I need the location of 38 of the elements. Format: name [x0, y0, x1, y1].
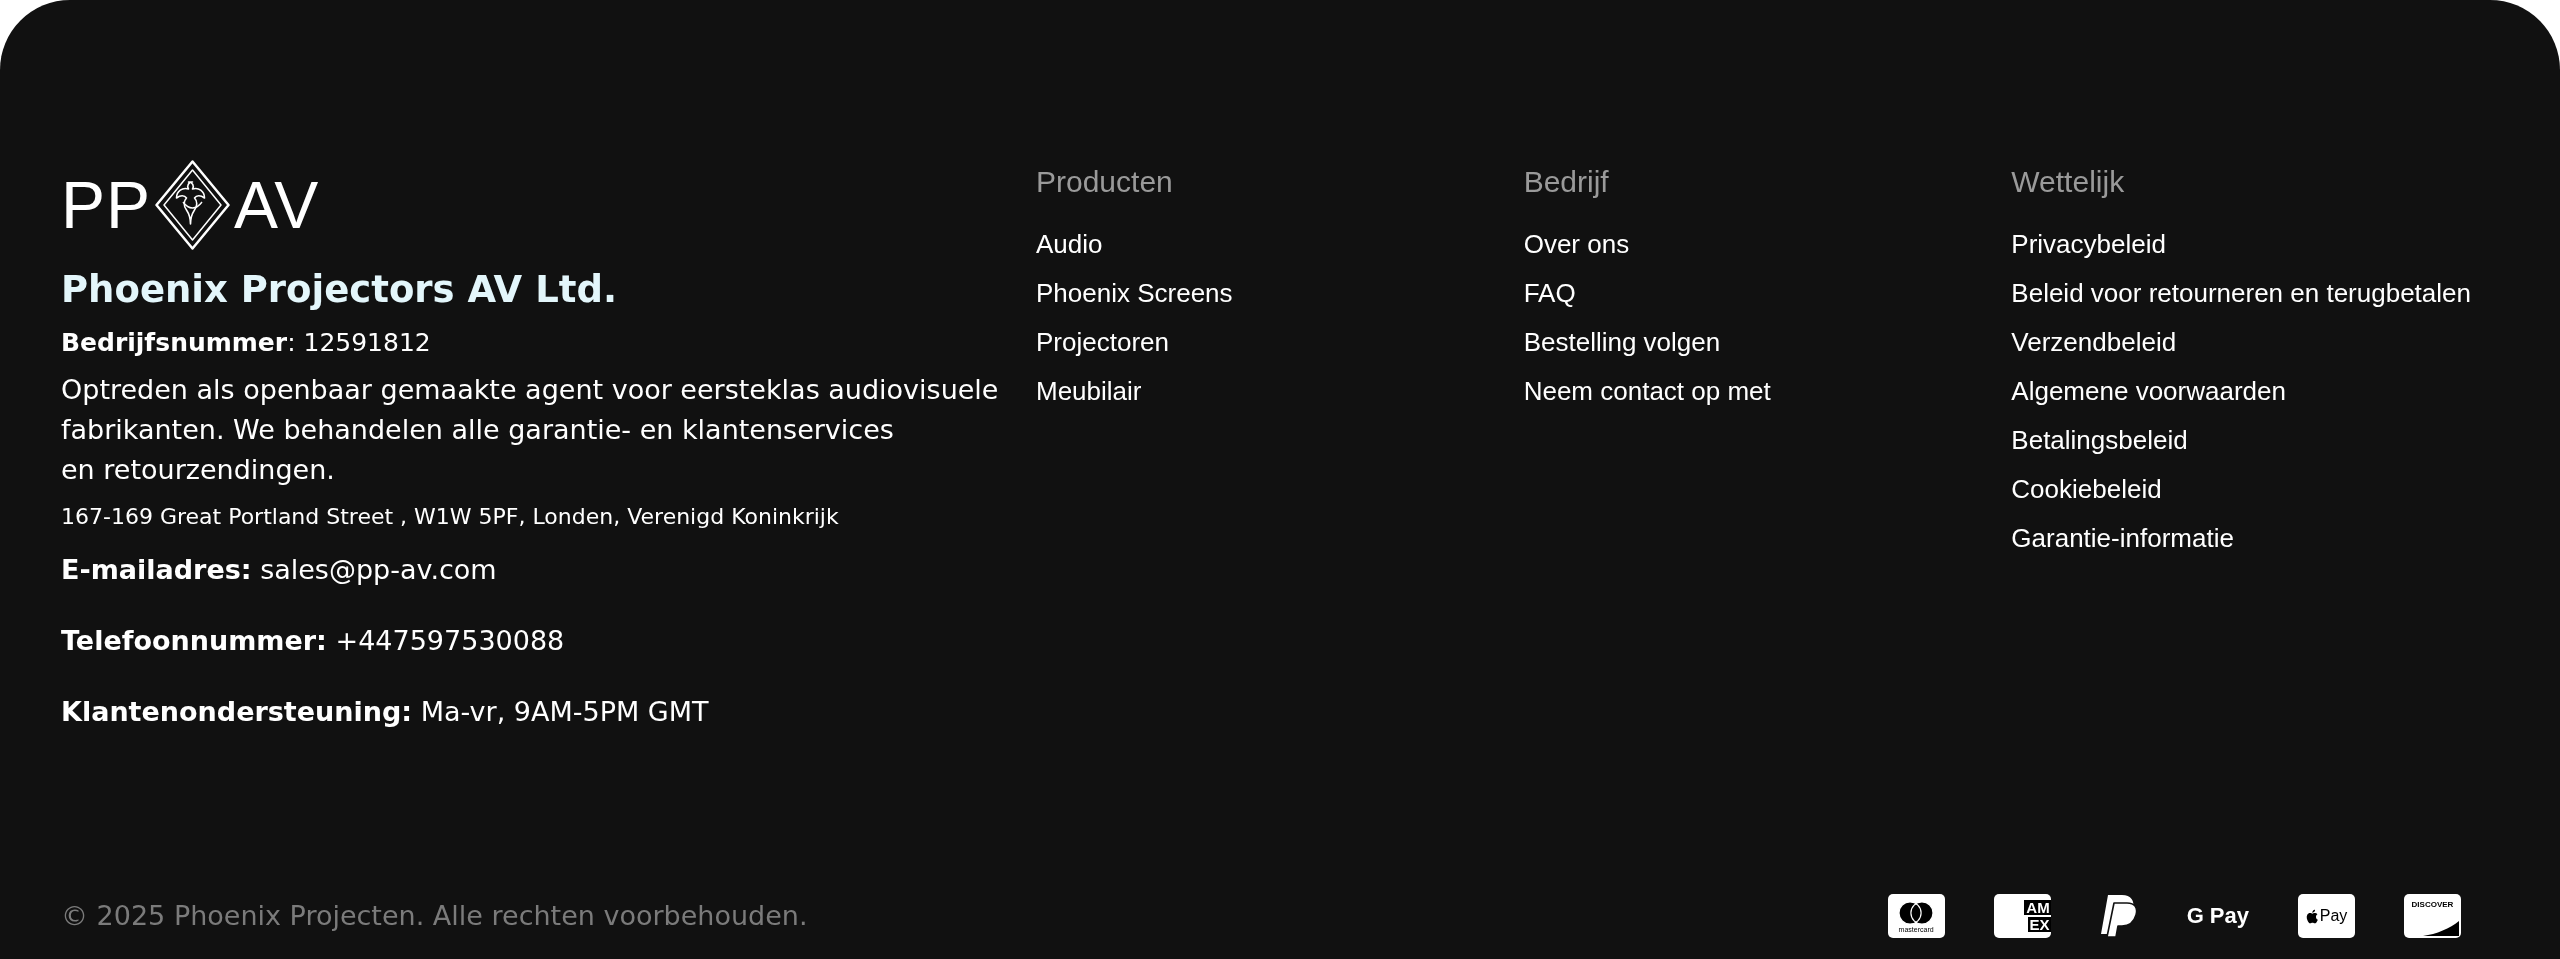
column-heading: Bedrijf — [1523, 164, 1609, 200]
g-pay-label: G Pay — [2186, 903, 2249, 929]
footer-link[interactable]: Bestelling volgen — [1523, 318, 1721, 367]
card-brand-label: Pay — [2319, 907, 2348, 925]
apple-icon — [2305, 908, 2318, 924]
footer-link[interactable]: Algemene voorwaarden — [2011, 367, 2286, 416]
column-heading: Wettelijk — [2011, 164, 2125, 200]
company-name: Phoenix Projectors AV Ltd. — [61, 268, 617, 312]
contact-line: Klantenondersteuning: Ma-vr, 9AM-5PM GMT — [61, 695, 709, 729]
company-description: Optreden als openbaar gemaakte agent voor eersteklas audiovisuele fabrikanten. We behandelen alle garantie- en klantenservices en retourzendingen. — [61, 373, 999, 487]
footer-link[interactable]: Neem contact op met — [1523, 367, 1771, 416]
footer-link[interactable]: Meubilair — [1036, 367, 1142, 416]
contact-line: E-mailadres: sales@pp-av.com — [61, 553, 497, 587]
logo-text: AV — [234, 170, 320, 240]
footer-link[interactable]: Cookiebeleid — [2011, 465, 2162, 514]
footer-link[interactable]: Garantie-informatie — [2011, 514, 2234, 563]
card-brand-label: AM — [2024, 900, 2051, 915]
double-p-icon — [2099, 894, 2138, 938]
copyright-text: © 2025 Phoenix Projecten. Alle rechten voorbehouden. — [61, 899, 808, 933]
footer-link[interactable]: Beleid voor retourneren en terugbetalen — [2011, 269, 2471, 318]
card-brand-label: DISCOVER — [2411, 900, 2454, 910]
overlapping-circles-icon — [1899, 900, 1934, 925]
footer-link[interactable]: Betalingsbeleid — [2011, 416, 2188, 465]
logo-text: PP — [61, 170, 152, 240]
company-number: Bedrijfsnummer: 12591812 — [61, 327, 431, 359]
footer-link[interactable]: Projectoren — [1036, 318, 1169, 367]
swoosh-icon — [2423, 921, 2459, 936]
footer-link[interactable]: Over ons — [1523, 220, 1630, 269]
card-brand-label: EX — [2027, 917, 2051, 932]
footer-link[interactable]: Audio — [1036, 220, 1103, 269]
footer-link[interactable]: Privacybeleid — [2011, 220, 2166, 269]
contact-line: Telefoonnummer: +447597530088 — [61, 624, 565, 658]
footer-link[interactable]: FAQ — [1523, 269, 1576, 318]
footer-link[interactable]: Verzendbeleid — [2011, 318, 2177, 367]
column-heading: Producten — [1036, 164, 1173, 200]
footer-link[interactable]: Phoenix Screens — [1036, 269, 1233, 318]
company-address: 167-169 Great Portland Street , W1W 5PF, Londen, Verenigd Koninkrijk — [61, 503, 839, 531]
diamond-bird-icon — [155, 160, 231, 250]
